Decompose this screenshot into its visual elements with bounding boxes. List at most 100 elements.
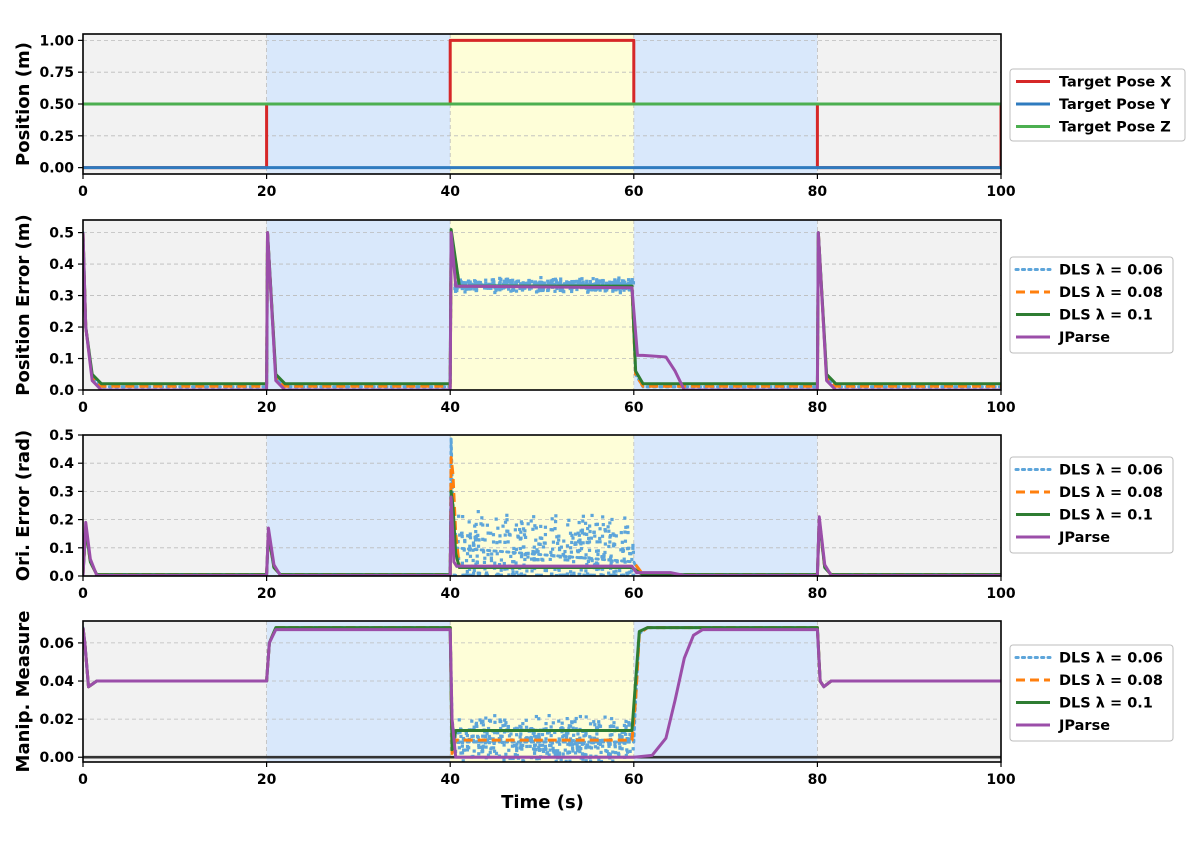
series-noise-dot [557,538,561,542]
legend-label: DLS λ = 0.08 [1059,485,1163,501]
x-tick-label: 20 [257,184,277,200]
series-noise-dot [466,279,471,283]
series-noise-dot [471,558,475,563]
y-tick-label: 1.00 [39,33,74,49]
series-noise-dot [495,552,499,556]
series-noise-dot [489,747,493,751]
legend-label: Target Pose X [1059,75,1171,91]
series-noise-dot [590,513,594,518]
series-noise-dot [598,540,602,544]
series-noise-dot [553,289,557,293]
series-noise-dot [608,540,612,544]
series-noise-dot [561,735,565,739]
series-noise-dot [467,287,471,291]
series-noise-dot [600,534,605,538]
series-noise-dot [566,751,570,755]
series-noise-dot [493,714,497,718]
series-noise-dot [538,743,542,747]
series-noise-dot [488,719,493,723]
series-noise-dot [607,544,611,549]
series-noise-dot [603,715,607,719]
series-noise-dot [504,752,508,756]
series-noise-dot [543,532,548,537]
series-noise-dot [468,536,473,540]
series-noise-dot [514,561,518,565]
series-noise-dot [502,279,506,283]
y-tick-label: 0.00 [39,161,74,177]
series-noise-dot [467,520,471,524]
series-noise-dot [626,571,630,575]
legend-label: DLS λ = 0.1 [1059,308,1153,324]
series-noise-dot [584,731,588,736]
x-tick-label: 60 [624,772,644,788]
series-noise-dot [581,519,585,523]
series-noise-dot [498,719,502,723]
series-noise-dot [525,744,529,749]
series-noise-dot [484,745,488,749]
x-tick-label: 0 [78,400,88,416]
x-tick-label: 60 [624,586,644,602]
series-noise-dot [565,716,569,721]
series-noise-dot [570,533,574,538]
series-noise-dot [585,540,589,544]
series-noise-dot [491,278,496,282]
series-noise-dot [620,747,624,751]
series-noise-dot [518,746,522,750]
series-noise-dot [529,519,533,523]
series-noise-dot [588,722,593,726]
series-noise-dot [557,547,562,552]
series-noise-dot [485,571,489,575]
series-noise-dot [588,529,592,534]
series-noise-dot [631,543,635,548]
series-noise-dot [489,556,493,560]
series-noise-dot [460,561,465,565]
x-tick-label: 100 [986,184,1015,200]
series-noise-dot [601,744,605,748]
y-tick-label: 0.2 [49,513,74,529]
series-noise-dot [488,736,492,741]
series-noise-dot [603,542,607,546]
background-region [633,621,818,762]
series-noise-dot [608,280,612,284]
series-noise-dot [545,751,549,755]
background-region [450,220,634,390]
y-tick-label: 0.25 [39,129,74,145]
series-noise-dot [570,289,574,294]
series-noise-dot [513,528,517,532]
series-noise-dot [548,557,552,562]
series-noise-dot [579,746,583,751]
series-noise-dot [593,534,597,538]
legend-label: DLS λ = 0.06 [1059,463,1163,479]
series-noise-dot [541,743,545,747]
series-noise-dot [493,561,497,565]
series-noise-dot [551,540,556,544]
series-noise-dot [572,733,576,737]
series-noise-dot [579,542,583,546]
y-tick-label: 0.50 [39,97,74,113]
y-axis-label: Position (m) [13,42,34,166]
series-noise-dot [567,518,571,522]
series-noise-dot [603,529,608,533]
legend: DLS λ = 0.06 DLS λ = 0.08 DLS λ = 0.1 JPars… [1009,456,1174,554]
series-noise-dot [457,718,461,722]
x-tick-label: 80 [808,772,828,788]
series-noise-dot [580,277,584,281]
series-noise-dot [587,548,592,552]
series-noise-dot [622,723,627,728]
series-noise-dot [481,723,485,727]
series-noise-dot [565,544,570,548]
legend-label: Target Pose Y [1059,97,1171,113]
subplot-1: 0 20 40 60 80 100 0.00 0.25 0.50 0.75 1.00 Position… [13,33,1186,200]
series-noise-dot [595,732,599,736]
series-noise-dot [598,527,602,531]
series-noise-dot [578,714,583,719]
series-noise-dot [626,278,631,282]
series-noise-dot [476,510,480,514]
series-noise-dot [600,555,604,559]
series-noise-dot [494,751,499,755]
series-noise-dot [531,731,535,735]
series-noise-dot [628,551,632,556]
x-tick-label: 80 [808,400,828,416]
series-noise-dot [509,554,513,559]
series-noise-dot [485,523,490,527]
